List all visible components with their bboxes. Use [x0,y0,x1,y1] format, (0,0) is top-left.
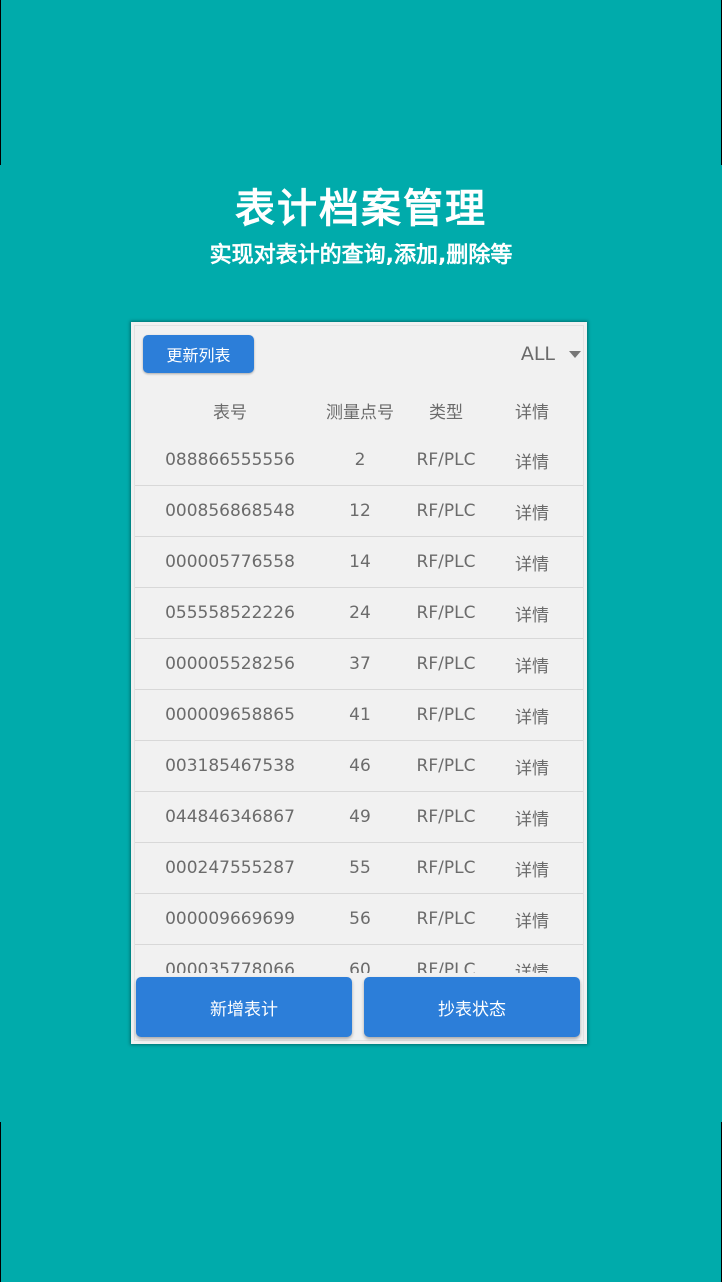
table-row[interactable]: 055558522226 24 RF/PLC 详情 [135,588,583,639]
point-number: 41 [349,705,371,725]
meter-list[interactable]: 088866555556 2 RF/PLC 详情 000856868548 12… [135,435,583,973]
details-link[interactable]: 详情 [497,805,567,830]
meter-type: RF/PLC [416,450,476,470]
meter-number: 044846346867 [165,807,295,827]
meter-type: RF/PLC [416,807,476,827]
point-number: 56 [349,909,371,929]
meter-type: RF/PLC [416,909,476,929]
table-row[interactable]: 000856868548 12 RF/PLC 详情 [135,486,583,537]
point-number: 14 [349,552,371,572]
meter-number: 003185467538 [165,756,295,776]
details-link[interactable]: 详情 [497,652,567,677]
table-row[interactable]: 088866555556 2 RF/PLC 详情 [135,435,583,486]
page-subtitle: 实现对表计的查询,添加,删除等 [209,243,513,268]
bottom-action-bar: 新增表计 抄表状态 [135,976,583,1040]
table-row[interactable]: 000009658865 41 RF/PLC 详情 [135,690,583,741]
column-header-meter-number: 表号 [213,402,247,423]
column-header-type: 类型 [429,402,463,423]
meter-type: RF/PLC [416,603,476,623]
details-link[interactable]: 详情 [497,958,567,974]
point-number: 55 [349,858,371,878]
table-row[interactable]: 000005776558 14 RF/PLC 详情 [135,537,583,588]
add-meter-button[interactable]: 新增表计 [136,977,352,1037]
point-number: 2 [354,450,366,470]
point-number: 49 [349,807,371,827]
meter-type: RF/PLC [416,654,476,674]
meter-number: 000856868548 [165,501,295,521]
table-row[interactable]: 000005528256 37 RF/PLC 详情 [135,639,583,690]
meter-type: RF/PLC [416,756,476,776]
filter-selected-value: ALL [520,343,555,365]
meter-type: RF/PLC [416,552,476,572]
details-link[interactable]: 详情 [497,856,567,881]
caret-down-icon [569,350,581,358]
edge-line [0,0,1,165]
meter-type: RF/PLC [416,858,476,878]
refresh-list-button[interactable]: 更新列表 [143,335,254,373]
meter-number: 000247555287 [165,858,295,878]
point-number: 12 [349,501,371,521]
table-row[interactable]: 000009669699 56 RF/PLC 详情 [135,894,583,945]
column-header-details: 详情 [515,402,549,423]
type-filter-dropdown[interactable]: ALL [491,338,581,370]
point-number: 46 [349,756,371,776]
column-header-point-number: 测量点号 [326,402,394,423]
table-header: 表号 测量点号 类型 详情 [135,392,583,428]
point-number: 37 [349,654,371,674]
meter-number: 088866555556 [165,450,295,470]
meter-number: 000005776558 [165,552,295,572]
reading-status-button[interactable]: 抄表状态 [364,977,580,1037]
details-link[interactable]: 详情 [497,448,567,473]
table-row[interactable]: 000247555287 55 RF/PLC 详情 [135,843,583,894]
details-link[interactable]: 详情 [497,601,567,626]
meter-type: RF/PLC [416,501,476,521]
point-number: 60 [349,960,371,973]
details-link[interactable]: 详情 [497,499,567,524]
app-screen: 更新列表 ALL 表号 测量点号 类型 详情 088866555556 2 RF… [131,322,587,1044]
table-row[interactable]: 000035778066 60 RF/PLC 详情 [135,945,583,973]
meter-number: 000035778066 [165,960,295,973]
meter-number: 055558522226 [165,603,295,623]
meter-number: 000005528256 [165,654,295,674]
edge-line [0,1122,1,1282]
point-number: 24 [349,603,371,623]
meter-number: 000009658865 [165,705,295,725]
meter-number: 000009669699 [165,909,295,929]
table-row[interactable]: 044846346867 49 RF/PLC 详情 [135,792,583,843]
details-link[interactable]: 详情 [497,703,567,728]
table-row[interactable]: 003185467538 46 RF/PLC 详情 [135,741,583,792]
details-link[interactable]: 详情 [497,550,567,575]
details-link[interactable]: 详情 [497,907,567,932]
meter-type: RF/PLC [416,960,476,973]
details-link[interactable]: 详情 [497,754,567,779]
meter-type: RF/PLC [416,705,476,725]
page-title: 表计档案管理 [235,186,487,232]
